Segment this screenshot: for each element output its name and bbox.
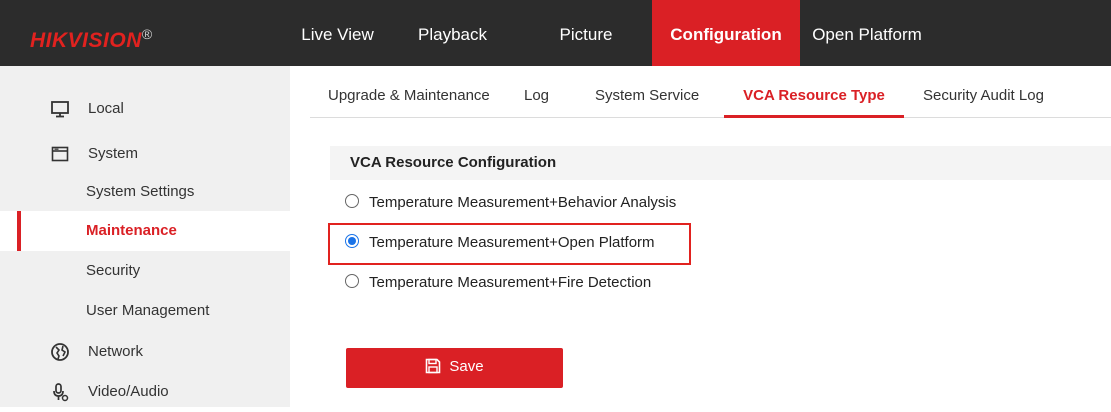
- sidebar-item-video-audio[interactable]: Video/Audio: [0, 372, 290, 412]
- option-behavior-analysis[interactable]: Temperature Measurement+Behavior Analysi…: [345, 190, 676, 216]
- sidebar-item-maintenance[interactable]: Maintenance: [0, 211, 290, 251]
- hikvision-logo: HIKVISION®: [30, 26, 153, 52]
- sidebar-item-user-management[interactable]: User Management: [0, 291, 290, 331]
- top-nav-picture[interactable]: Picture: [520, 0, 652, 66]
- tab-log[interactable]: Log: [524, 66, 549, 118]
- globe-icon: [51, 343, 69, 361]
- top-bar: HIKVISION® Live View Playback Picture Co…: [0, 0, 1111, 66]
- top-nav-open-platform[interactable]: Open Platform: [800, 0, 934, 66]
- highlight-box: [328, 223, 691, 265]
- sidebar-item-label: Video/Audio: [88, 383, 169, 400]
- save-button[interactable]: Save: [346, 348, 563, 388]
- section-title: VCA Resource Configuration: [350, 154, 557, 171]
- sidebar-item-system-settings[interactable]: System Settings: [0, 172, 290, 212]
- top-nav: Live View Playback Picture Configuration…: [290, 0, 934, 66]
- sidebar-item-system[interactable]: System: [0, 134, 290, 174]
- sidebar-item-label: Local: [88, 100, 124, 117]
- radio-button[interactable]: [345, 194, 359, 209]
- microphone-icon: [53, 383, 69, 402]
- top-nav-live-view[interactable]: Live View: [290, 0, 385, 66]
- floppy-disk-icon: [426, 358, 441, 374]
- option-fire-detection[interactable]: Temperature Measurement+Fire Detection: [345, 270, 651, 296]
- radio-button[interactable]: [345, 274, 359, 289]
- top-nav-configuration[interactable]: Configuration: [652, 0, 800, 66]
- tab-security-audit-log[interactable]: Security Audit Log: [923, 66, 1044, 118]
- tab-vca-resource-type[interactable]: VCA Resource Type: [724, 66, 904, 118]
- sidebar-item-label: User Management: [86, 302, 210, 319]
- sidebar-item-label: System Settings: [86, 183, 195, 200]
- sidebar-item-label: System: [88, 145, 139, 162]
- sidebar-item-local[interactable]: Local: [0, 89, 290, 129]
- save-button-label: Save: [449, 357, 484, 375]
- sidebar-item-network[interactable]: Network: [0, 332, 290, 372]
- sidebar: Local System System Settings Maintenance…: [0, 66, 290, 407]
- system-window-icon: [51, 146, 69, 162]
- tab-bar: Upgrade & Maintenance Log System Service…: [310, 66, 1111, 118]
- sidebar-item-label: Maintenance: [86, 222, 177, 239]
- sidebar-item-security[interactable]: Security: [0, 251, 290, 291]
- tab-system-service[interactable]: System Service: [595, 66, 699, 118]
- tab-upgrade-maintenance[interactable]: Upgrade & Maintenance: [328, 66, 490, 118]
- option-label: Temperature Measurement+Behavior Analysi…: [369, 194, 677, 211]
- sidebar-item-label: Security: [86, 262, 141, 279]
- monitor-icon: [51, 101, 69, 118]
- section-header: VCA Resource Configuration: [330, 146, 1111, 180]
- option-label: Temperature Measurement+Fire Detection: [369, 274, 652, 291]
- sidebar-item-label: Network: [88, 343, 144, 360]
- top-nav-playback[interactable]: Playback: [385, 0, 520, 66]
